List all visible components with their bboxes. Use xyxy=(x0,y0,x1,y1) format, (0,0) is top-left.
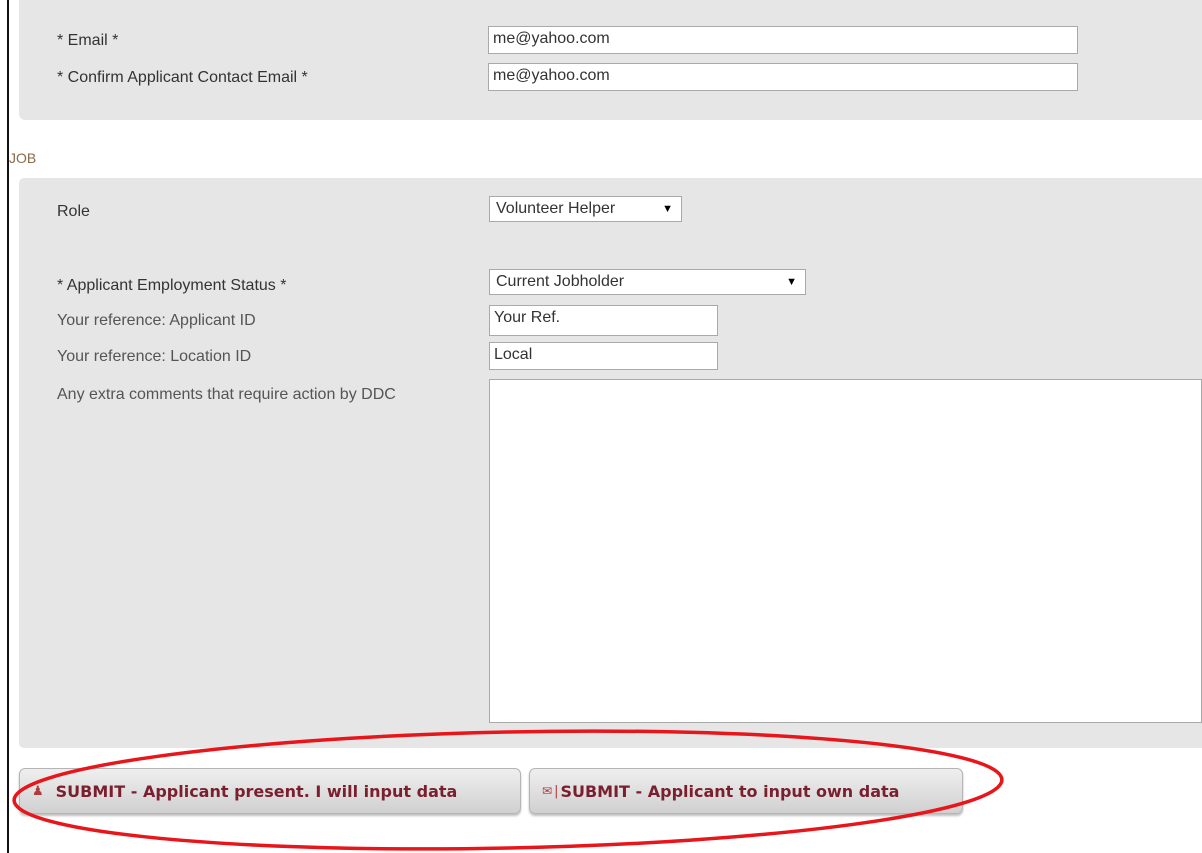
role-select[interactable]: Volunteer Helper ▼ xyxy=(489,196,682,222)
submit-applicant-present-label: SUBMIT - Applicant present. I will input… xyxy=(55,781,458,801)
submit-applicant-own-button[interactable]: ✉ | SUBMIT - Applicant to input own data xyxy=(529,768,963,814)
employment-status-label: * Applicant Employment Status * xyxy=(57,277,287,294)
icon-separator: | xyxy=(554,783,559,799)
contact-panel xyxy=(19,0,1202,120)
comments-textarea[interactable] xyxy=(489,379,1202,723)
submit-applicant-own-label: SUBMIT - Applicant to input own data xyxy=(560,781,900,801)
email-label: * Email * xyxy=(57,32,119,49)
role-select-value: Volunteer Helper xyxy=(496,200,616,217)
user-icon: ♟ xyxy=(32,783,44,799)
applicant-id-field[interactable]: Your Ref. xyxy=(489,305,718,336)
location-id-label: Your reference: Location ID xyxy=(57,348,252,365)
role-label: Role xyxy=(57,203,90,220)
employment-status-value: Current Jobholder xyxy=(496,273,625,290)
confirm-email-label: * Confirm Applicant Contact Email * xyxy=(57,69,308,86)
applicant-id-label: Your reference: Applicant ID xyxy=(57,312,256,329)
job-section-title: JOB xyxy=(9,150,37,166)
envelope-icon: ✉ xyxy=(542,784,553,798)
confirm-email-field[interactable]: me@yahoo.com xyxy=(488,63,1078,91)
submit-applicant-present-button[interactable]: ♟ SUBMIT - Applicant present. I will inp… xyxy=(19,768,521,814)
email-field[interactable]: me@yahoo.com xyxy=(488,26,1078,54)
dropdown-arrow-icon: ▼ xyxy=(786,276,797,288)
dropdown-arrow-icon: ▼ xyxy=(662,203,673,215)
employment-status-select[interactable]: Current Jobholder ▼ xyxy=(489,269,806,295)
comments-label: Any extra comments that require action b… xyxy=(57,386,396,403)
left-border xyxy=(7,0,9,853)
location-id-field[interactable]: Local xyxy=(489,342,718,370)
